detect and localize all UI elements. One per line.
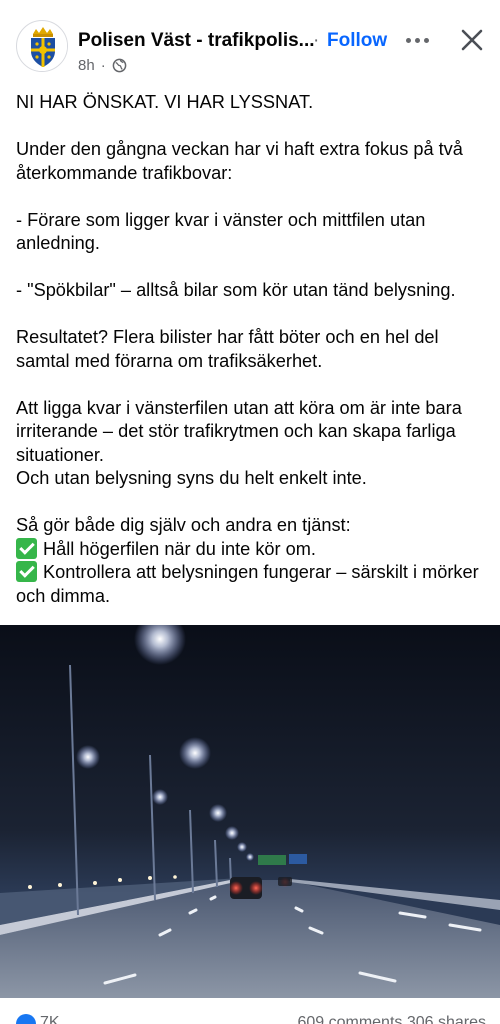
- post-meta: 8h ·: [78, 57, 127, 74]
- reaction-count[interactable]: 7K: [40, 1014, 60, 1024]
- post-text: NI HAR ÖNSKAT. VI HAR LYSSNAT. Under den…: [16, 91, 488, 608]
- page-avatar[interactable]: [16, 20, 68, 72]
- post-result: Resultatet? Flera bilister har fått böte…: [16, 327, 439, 371]
- post-explain: Att ligga kvar i vänsterfilen utan att k…: [16, 397, 462, 465]
- comments-shares[interactable]: 609 comments 306 shares: [297, 1014, 486, 1024]
- more-dot: [414, 37, 420, 43]
- globe-icon[interactable]: [112, 58, 127, 73]
- tip-text-lights: Kontrollera att belysningen fungerar – s…: [16, 562, 479, 606]
- police-emblem-icon: [18, 22, 67, 71]
- follow-button[interactable]: Follow: [327, 30, 387, 52]
- post-explain-lights: Och utan belysning syns du helt enkelt i…: [16, 468, 367, 488]
- post-footer: 7K 609 comments 306 shares: [0, 1006, 500, 1024]
- tip-text-right-lane: Håll högerfilen när du inte kör om.: [43, 538, 316, 559]
- post-header: Polisen Väst - trafikpolis... · Follow 8…: [0, 0, 500, 88]
- post-heading: NI HAR ÖNSKAT. VI HAR LYSSNAT.: [16, 92, 314, 112]
- page-name[interactable]: Polisen Väst - trafikpolis...: [78, 30, 315, 52]
- post-time[interactable]: 8h: [78, 57, 95, 74]
- separator-dot: ·: [313, 30, 320, 51]
- check-mark-icon: [16, 561, 37, 582]
- close-icon[interactable]: [459, 27, 485, 53]
- post-tip: Håll högerfilen när du inte kör om.: [16, 537, 488, 562]
- post-call-to-action: Så gör både dig själv och andra en tjäns…: [16, 515, 351, 535]
- post-tip: Kontrollera att belysningen fungerar – s…: [16, 561, 488, 608]
- more-dot: [405, 37, 411, 43]
- post-item-left-lane: - Förare som ligger kvar i vänster och m…: [16, 209, 426, 254]
- meta-separator: ·: [100, 57, 106, 74]
- post-photo[interactable]: [0, 625, 500, 998]
- post-item-ghost-cars: - "Spökbilar" – alltså bilar som kör uta…: [16, 280, 456, 300]
- night-highway-image: [0, 625, 500, 998]
- post-intro: Under den gångna veckan har vi haft extr…: [16, 139, 463, 183]
- like-reaction-icon[interactable]: [16, 1014, 36, 1024]
- more-dot: [423, 37, 429, 43]
- more-icon[interactable]: [402, 26, 432, 54]
- check-mark-icon: [16, 537, 37, 559]
